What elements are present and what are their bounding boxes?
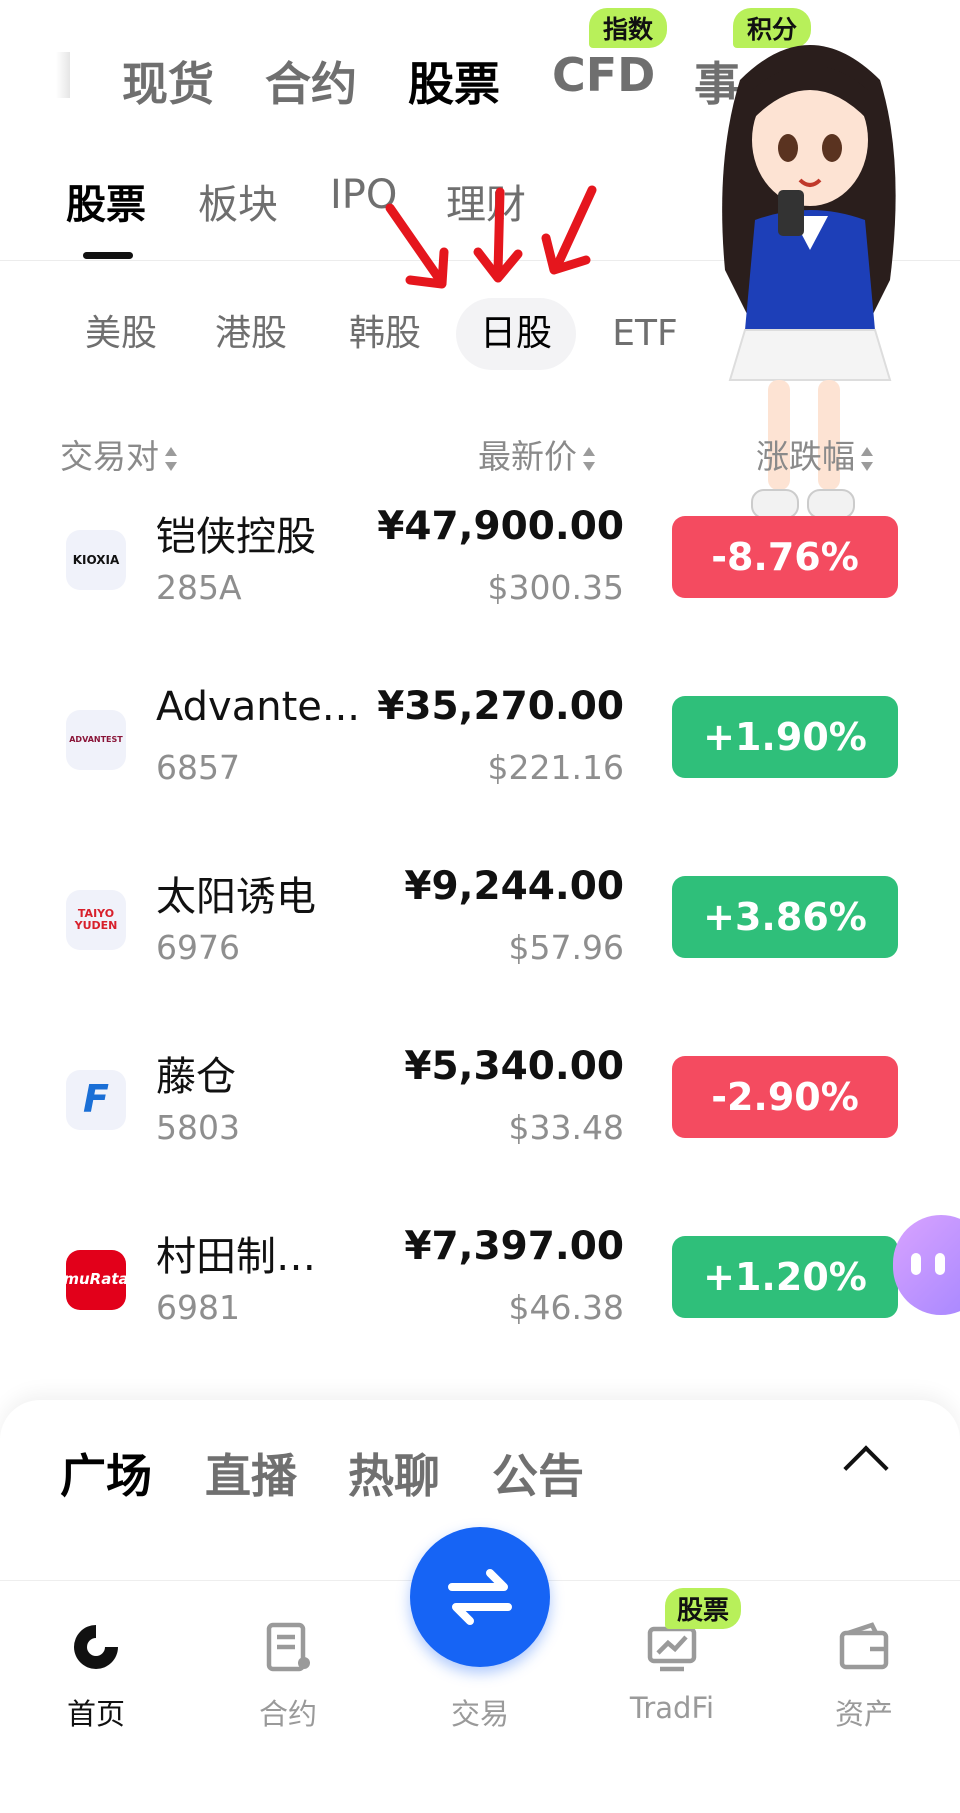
stock-code: 285A	[156, 568, 242, 607]
stock-usd-price: $33.48	[508, 1108, 624, 1147]
swap-icon	[448, 1569, 512, 1625]
change-badge[interactable]: -8.76%	[672, 516, 898, 598]
stock-logo: muRata	[66, 1250, 126, 1310]
nav-label: 合约	[258, 1697, 317, 1731]
stock-name: 藤仓	[156, 1054, 236, 1100]
tab-square[interactable]: 广场	[60, 1440, 152, 1506]
stock-code: 5803	[156, 1108, 240, 1147]
nav-label: 资产	[834, 1697, 893, 1731]
stock-row[interactable]: KIOXIA 铠侠控股 285A ¥47,900.00 $300.35 -8.7…	[0, 484, 960, 664]
stock-price: ¥47,900.00	[377, 504, 624, 549]
stock-price: ¥7,397.00	[404, 1224, 624, 1269]
stock-usd-price: $221.16	[487, 748, 624, 787]
column-change[interactable]: 涨跌幅	[756, 430, 873, 478]
market-jp[interactable]: 日股	[456, 298, 576, 370]
market-hk[interactable]: 港股	[196, 298, 306, 370]
nav-label: 交易	[450, 1697, 509, 1731]
tab-hot-chat[interactable]: 热聊	[348, 1440, 440, 1506]
logo-text: KIOXIA	[72, 552, 120, 567]
nav-label: TradFi	[629, 1691, 715, 1725]
stock-usd-price: $300.35	[487, 568, 624, 607]
contract-icon	[266, 1622, 310, 1672]
tab-stocks[interactable]: 股票	[408, 48, 500, 114]
sort-icon	[583, 446, 595, 472]
bubble-eye-icon	[935, 1253, 945, 1275]
bubble-eye-icon	[911, 1253, 921, 1275]
stock-row[interactable]: F 藤仓 5803 ¥5,340.00 $33.48 -2.90%	[0, 1024, 960, 1204]
stock-code: 6976	[156, 928, 240, 967]
sort-icon	[861, 446, 873, 472]
stock-logo: F	[66, 1070, 126, 1130]
column-price[interactable]: 最新价	[478, 430, 595, 478]
change-badge[interactable]: +3.86%	[672, 876, 898, 958]
stock-logo: ADVANTEST	[66, 710, 126, 770]
red-arrows-annotation	[385, 185, 597, 289]
tab-announcements[interactable]: 公告	[492, 1440, 584, 1506]
logo-text: TAIYO YUDEN	[74, 907, 118, 932]
column-pair[interactable]: 交易对	[60, 430, 177, 478]
stock-row[interactable]: muRata 村田制… 6981 ¥7,397.00 $46.38 +1.20%	[0, 1204, 960, 1384]
subtab-sectors[interactable]: 板块	[198, 172, 278, 230]
stock-usd-price: $46.38	[508, 1288, 624, 1327]
market-us[interactable]: 美股	[66, 298, 176, 370]
scroll-fade-left	[56, 52, 70, 98]
wallet-icon	[839, 1622, 889, 1670]
index-badge: 指数	[589, 8, 668, 48]
stock-code: 6981	[156, 1288, 240, 1327]
stock-name: Advante...	[156, 684, 361, 730]
home-icon	[74, 1625, 118, 1669]
sort-icon	[165, 446, 177, 472]
stock-price: ¥5,340.00	[404, 1044, 624, 1089]
chevron-up-icon[interactable]	[843, 1445, 889, 1491]
stock-name: 铠侠控股	[156, 514, 316, 560]
tab-spot[interactable]: 现货	[122, 48, 214, 114]
active-tab-underline	[83, 252, 133, 259]
logo-text: F	[83, 1077, 109, 1122]
stock-logo: KIOXIA	[66, 530, 126, 590]
change-badge[interactable]: +1.20%	[672, 1236, 898, 1318]
market-etf[interactable]: ETF	[590, 298, 700, 370]
logo-text: muRata	[66, 1270, 126, 1289]
trade-swap-button[interactable]	[410, 1527, 550, 1667]
market-kr[interactable]: 韩股	[330, 298, 440, 370]
tab-live[interactable]: 直播	[205, 1440, 297, 1506]
stock-code: 6857	[156, 748, 240, 787]
tab-contract[interactable]: 合约	[265, 48, 357, 114]
stock-name: 太阳诱电	[156, 874, 316, 920]
stock-row[interactable]: TAIYO YUDEN 太阳诱电 6976 ¥9,244.00 $57.96 +…	[0, 844, 960, 1024]
logo-text: ADVANTEST	[69, 734, 123, 744]
stock-price: ¥9,244.00	[404, 864, 624, 909]
change-badge[interactable]: -2.90%	[672, 1056, 898, 1138]
change-badge[interactable]: +1.90%	[672, 696, 898, 778]
stock-logo: TAIYO YUDEN	[66, 890, 126, 950]
stock-name: 村田制…	[156, 1234, 316, 1280]
stocks-badge: 股票	[665, 1588, 742, 1629]
tab-cfd[interactable]: CFD	[552, 48, 655, 102]
stock-row[interactable]: ADVANTEST Advante... 6857 ¥35,270.00 $22…	[0, 664, 960, 844]
stock-usd-price: $57.96	[508, 928, 624, 967]
stock-price: ¥35,270.00	[377, 684, 624, 729]
nav-label: 首页	[66, 1697, 125, 1731]
subtab-stocks[interactable]: 股票	[66, 172, 146, 230]
